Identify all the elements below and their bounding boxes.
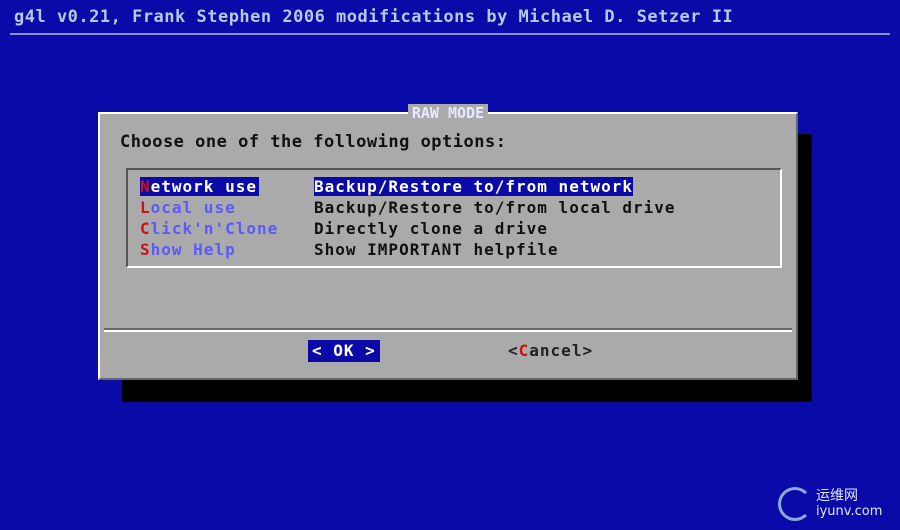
watermark: 运维网 iyunv.com: [778, 484, 888, 524]
watermark-logo-icon: [778, 487, 812, 521]
menu-item-show-help[interactable]: Show Help Show IMPORTANT helpfile: [140, 239, 559, 259]
menu-description: Backup/Restore to/from local drive: [314, 197, 676, 217]
backtitle-rule: [10, 33, 890, 35]
menu-tag: Network use: [140, 176, 259, 196]
menu-tag: Click'n'Clone: [140, 218, 279, 238]
menu-description: Directly clone a drive: [314, 218, 548, 238]
raw-mode-dialog: RAW MODE Choose one of the following opt…: [98, 104, 798, 380]
menu-tag: Local use: [140, 197, 236, 217]
button-separator: [104, 328, 792, 332]
dialog-prompt: Choose one of the following options:: [120, 132, 507, 152]
cancel-button[interactable]: <Cancel>: [508, 340, 593, 362]
dialog-title: RAW MODE: [100, 104, 796, 122]
menu-description: Backup/Restore to/from network: [314, 176, 633, 196]
menu-tag: Show Help: [140, 239, 236, 259]
menu-item-click-n-clone[interactable]: Click'n'Clone Directly clone a drive: [140, 218, 548, 238]
watermark-url: iyunv.com: [816, 504, 883, 519]
backtitle: g4l v0.21, Frank Stephen 2006 modificati…: [14, 7, 734, 27]
menu-item-local-use[interactable]: Local use Backup/Restore to/from local d…: [140, 197, 676, 217]
menu-item-network-use[interactable]: Network use Backup/Restore to/from netwo…: [140, 176, 633, 196]
watermark-cn: 运维网: [816, 488, 858, 504]
menu-description: Show IMPORTANT helpfile: [314, 239, 559, 259]
ok-button[interactable]: < OK >: [308, 340, 380, 362]
terminal-screen: g4l v0.21, Frank Stephen 2006 modificati…: [0, 0, 900, 530]
